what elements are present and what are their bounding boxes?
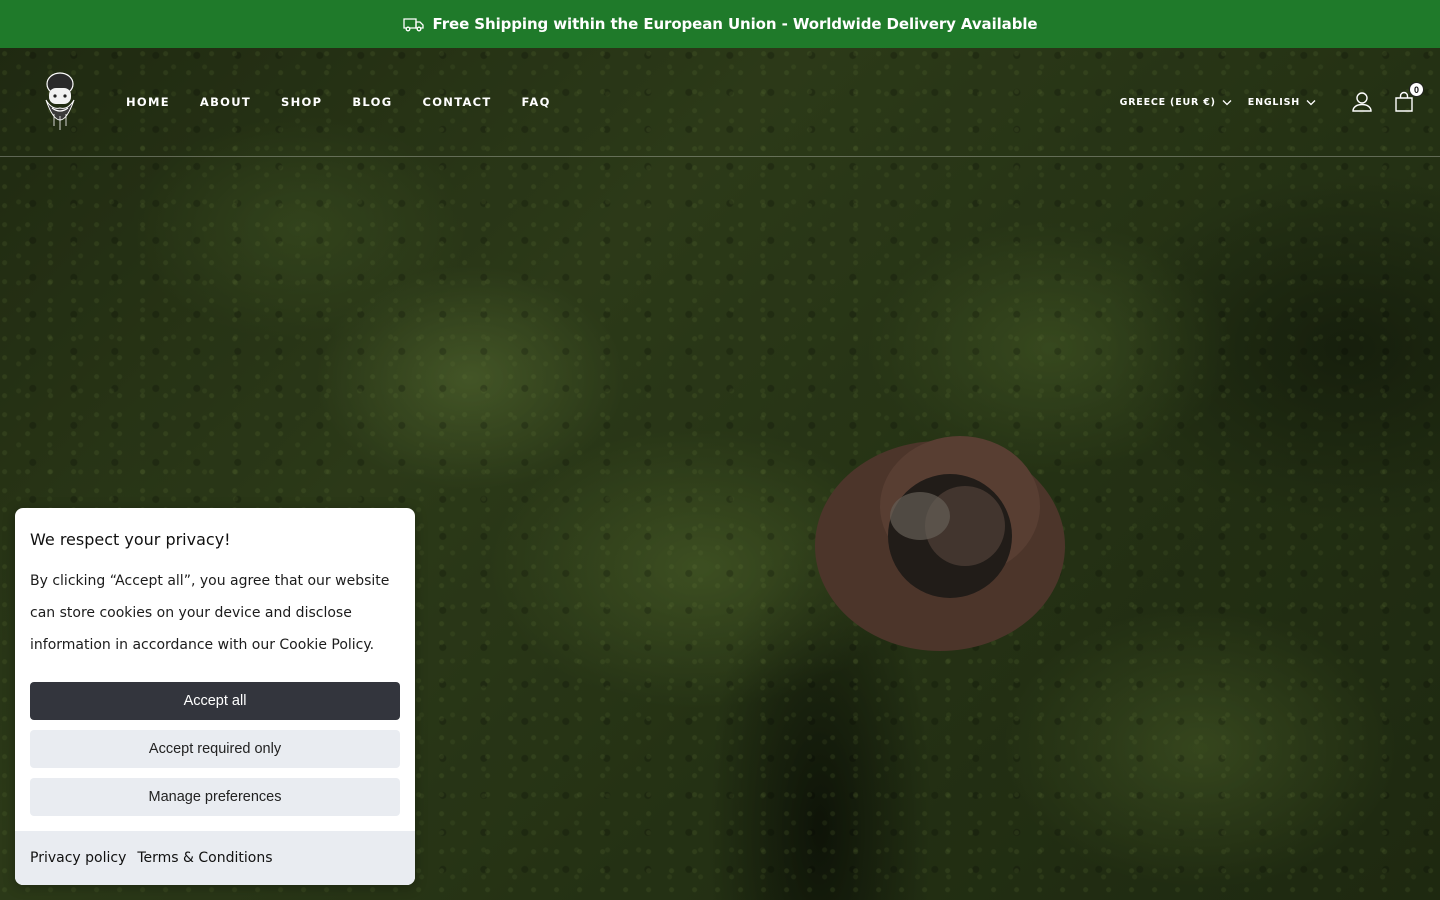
brand-logo[interactable] bbox=[38, 70, 82, 134]
language-selector-label: ENGLISH bbox=[1247, 96, 1300, 108]
accept-all-button[interactable]: Accept all bbox=[30, 682, 400, 720]
cookie-consent-banner: We respect your privacy! By clicking “Ac… bbox=[15, 508, 415, 885]
accept-required-button[interactable]: Accept required only bbox=[30, 730, 400, 768]
announcement-text: Free Shipping within the European Union … bbox=[432, 15, 1038, 33]
nav-shop[interactable]: SHOP bbox=[281, 95, 322, 109]
nav-faq[interactable]: FAQ bbox=[522, 95, 551, 109]
truck-icon bbox=[402, 16, 425, 32]
language-selector[interactable]: ENGLISH bbox=[1248, 97, 1316, 108]
manage-preferences-button[interactable]: Manage preferences bbox=[30, 778, 400, 816]
account-button[interactable] bbox=[1350, 90, 1374, 114]
cookie-title: We respect your privacy! bbox=[30, 530, 231, 549]
user-icon bbox=[1352, 92, 1372, 112]
cart-button[interactable]: 0 bbox=[1392, 82, 1424, 114]
chevron-down-icon bbox=[1222, 99, 1232, 105]
terms-link[interactable]: Terms & Conditions bbox=[137, 850, 272, 866]
cart-count-badge: 0 bbox=[1409, 82, 1424, 97]
nav-home[interactable]: HOME bbox=[126, 95, 170, 109]
nav-about[interactable]: ABOUT bbox=[200, 95, 251, 109]
cookie-description: By clicking “Accept all”, you agree that… bbox=[30, 573, 390, 653]
chevron-down-icon bbox=[1306, 99, 1316, 105]
header-actions: GREECE (EUR €) ENGLISH 0 bbox=[1120, 48, 1424, 156]
hero-person-image bbox=[815, 436, 1065, 651]
main-nav: HOME ABOUT SHOP BLOG CONTACT FAQ bbox=[126, 48, 551, 156]
site-header: HOME ABOUT SHOP BLOG CONTACT FAQ GREECE … bbox=[0, 48, 1440, 157]
nav-blog[interactable]: BLOG bbox=[352, 95, 392, 109]
country-selector-label: GREECE (EUR €) bbox=[1119, 96, 1216, 108]
nav-contact[interactable]: CONTACT bbox=[422, 95, 491, 109]
country-selector[interactable]: GREECE (EUR €) bbox=[1120, 97, 1232, 108]
announcement-bar: Free Shipping within the European Union … bbox=[0, 0, 1440, 48]
privacy-policy-link[interactable]: Privacy policy bbox=[30, 850, 126, 866]
cookie-footer: Privacy policy Terms & Conditions bbox=[15, 831, 415, 885]
